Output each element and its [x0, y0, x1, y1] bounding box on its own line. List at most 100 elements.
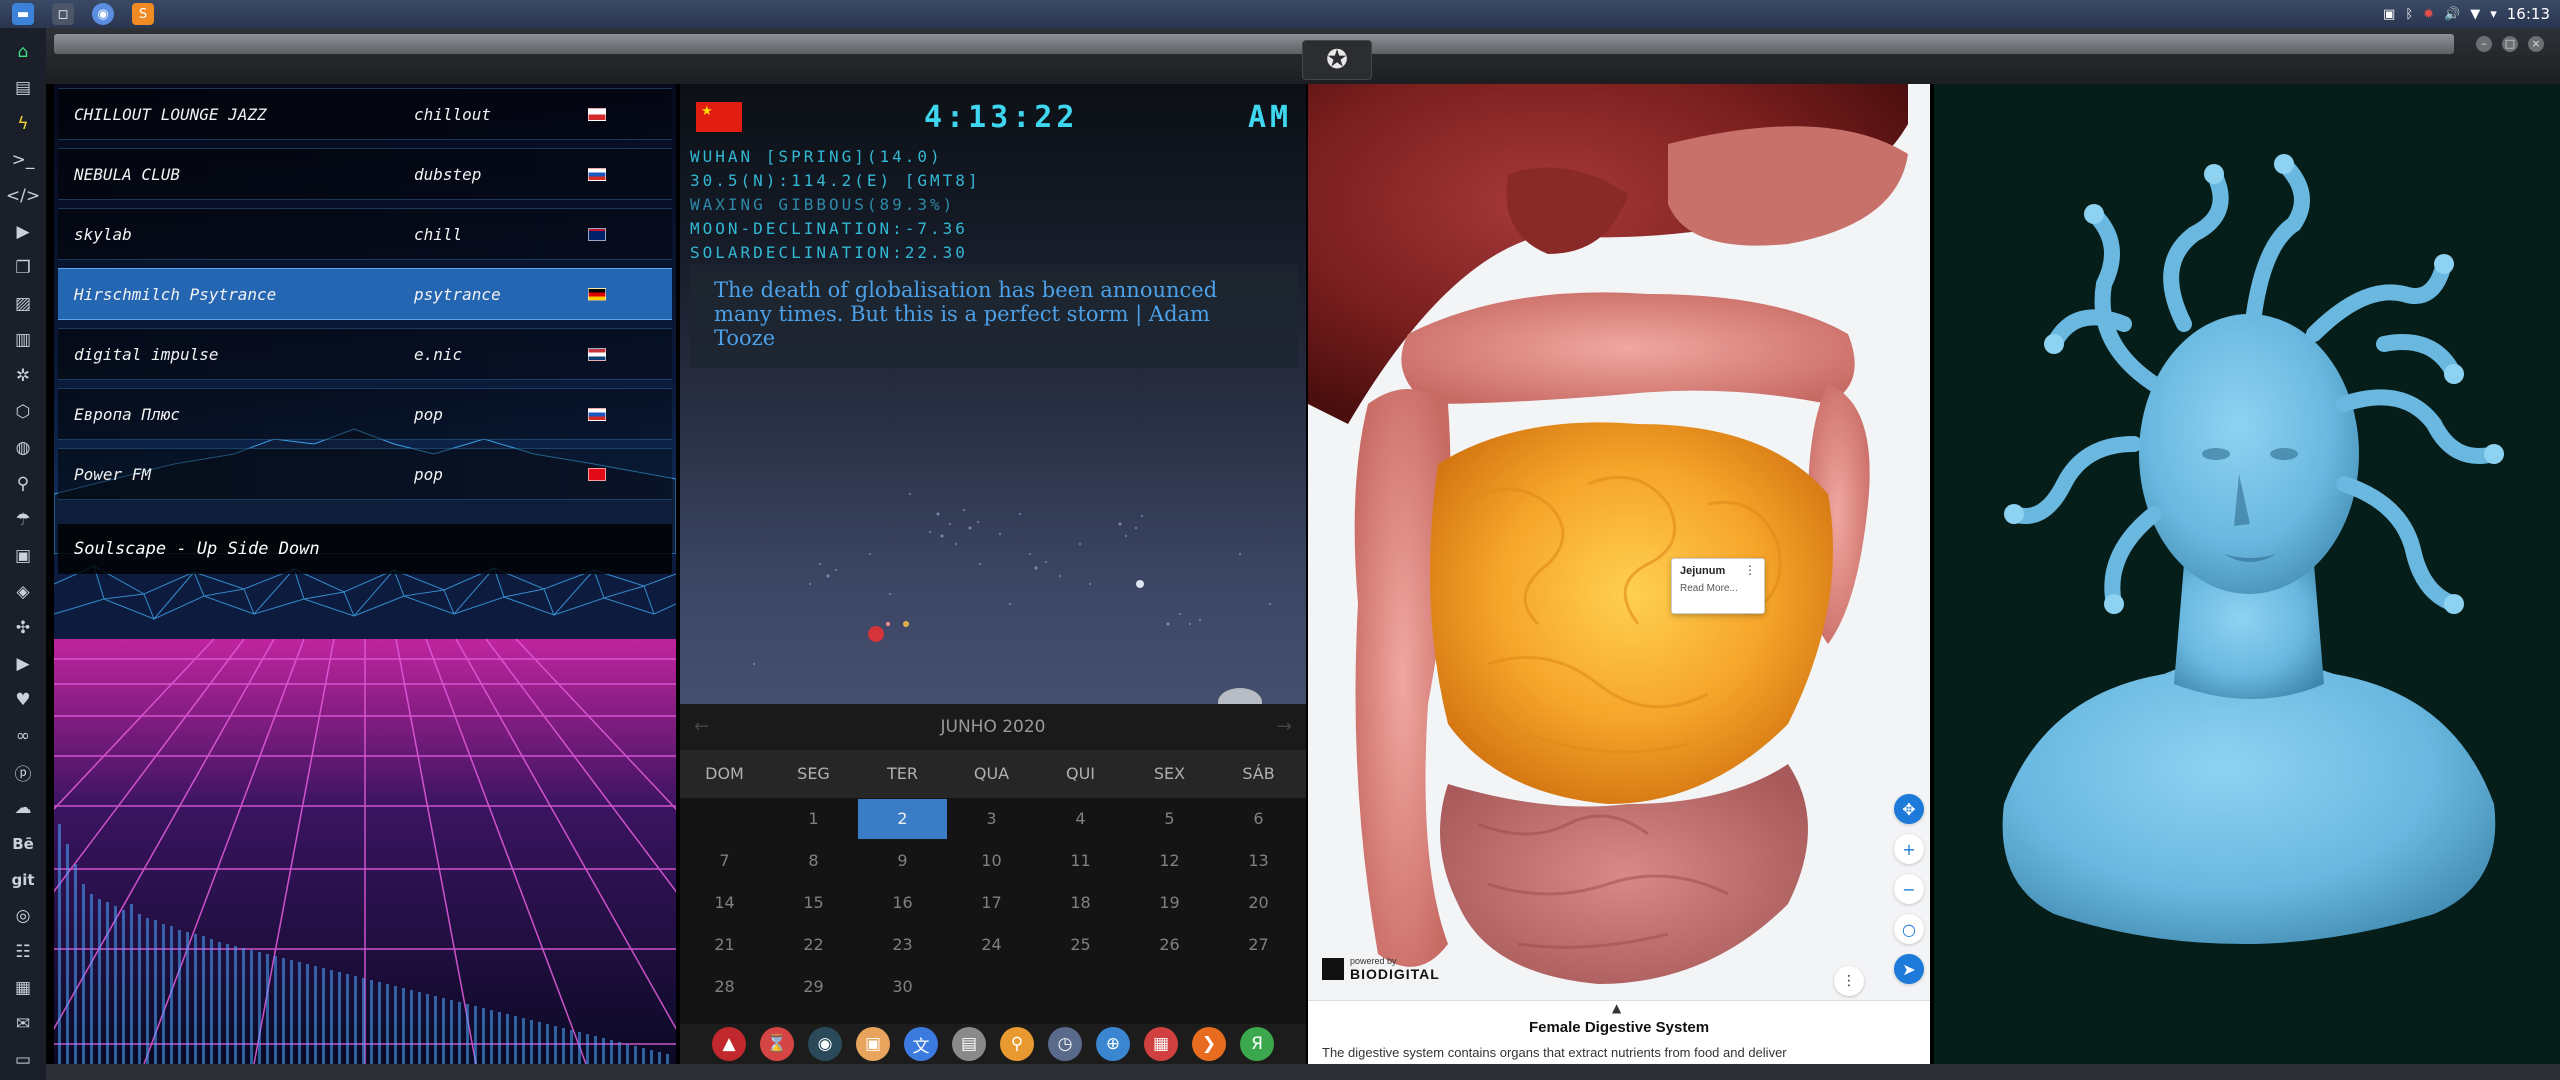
calendar-day[interactable]: 29	[769, 966, 858, 1008]
globe-dark-icon[interactable]: ◉	[808, 1027, 842, 1061]
cloud-icon[interactable]: ☁	[0, 790, 46, 826]
screenshot-icon[interactable]: ▣	[2383, 7, 2395, 22]
link-icon[interactable]: ∞	[0, 718, 46, 754]
rebel-alliance-icon[interactable]: ✪	[1302, 40, 1372, 80]
calendar-day[interactable]: 23	[858, 924, 947, 966]
calendar-day[interactable]: 14	[680, 882, 769, 924]
web-icon[interactable]: ⊕	[1096, 1027, 1130, 1061]
calendar-day[interactable]: 19	[1125, 882, 1214, 924]
translate-icon[interactable]: 文	[904, 1027, 938, 1061]
station-row[interactable]: skylab chill	[58, 208, 672, 260]
terminal-icon[interactable]: >_	[0, 142, 46, 178]
calendar-day[interactable]: 26	[1125, 924, 1214, 966]
file-icon[interactable]: ▭	[0, 1042, 46, 1078]
calendar-day[interactable]: 6	[1214, 798, 1303, 840]
calendar-next-icon[interactable]: →	[1277, 704, 1292, 750]
umbrella-icon[interactable]: ☂	[0, 502, 46, 538]
clock-icon[interactable]: ◷	[1048, 1027, 1082, 1061]
youtube-icon[interactable]: ▶	[0, 646, 46, 682]
station-row[interactable]: digital impulse e.nic	[58, 328, 672, 380]
tooltip-menu-icon[interactable]: ⋮	[1744, 563, 1756, 577]
calendar-day[interactable]: 16	[858, 882, 947, 924]
pan-icon[interactable]: ✥	[1894, 794, 1924, 824]
calendar-prev-icon[interactable]: ←	[694, 704, 709, 750]
calendar-day[interactable]: 22	[769, 924, 858, 966]
calendar-day[interactable]: 3	[947, 798, 1036, 840]
sublime-icon[interactable]: S	[132, 3, 154, 25]
calendar-day[interactable]: 11	[1036, 840, 1125, 882]
timer-icon[interactable]: ⌛	[760, 1027, 794, 1061]
calendar-day[interactable]: 21	[680, 924, 769, 966]
code-icon[interactable]: </>	[0, 178, 46, 214]
more-options-icon[interactable]: ⋮	[1834, 966, 1864, 996]
calendar-day[interactable]: 12	[1125, 840, 1214, 882]
station-row[interactable]: CHILLOUT LOUNGE JAZZ chillout	[58, 88, 672, 140]
expand-caret-icon[interactable]: ▲	[1612, 1001, 1621, 1015]
news-icon[interactable]: ▥	[0, 322, 46, 358]
volume-icon[interactable]: 🔊	[2444, 7, 2460, 22]
people-icon[interactable]: ☷	[0, 934, 46, 970]
document-icon[interactable]: ▤	[0, 70, 46, 106]
chromium-icon[interactable]: ◉	[92, 3, 114, 25]
window-icon[interactable]: ◻	[52, 3, 74, 25]
calendar-day[interactable]: 17	[947, 882, 1036, 924]
browser-window-icon[interactable]: ▤	[952, 1027, 986, 1061]
calendar-day[interactable]: 28	[680, 966, 769, 1008]
calendar-day[interactable]: 30	[858, 966, 947, 1008]
clock[interactable]: 16:13	[2507, 5, 2550, 23]
title-bar[interactable]	[54, 34, 2454, 54]
dropdown-icon[interactable]: ▾	[2490, 7, 2497, 22]
station-row[interactable]: Power FM pop	[58, 448, 672, 500]
bolt-icon[interactable]: ϟ	[0, 106, 46, 142]
pinterest-icon[interactable]: ⓟ	[0, 754, 46, 790]
station-row-selected[interactable]: Hirschmilch Psytrance psytrance	[58, 268, 672, 320]
zoom-out-icon[interactable]: −	[1894, 874, 1924, 904]
magnifier-icon[interactable]: ⚲	[1000, 1027, 1034, 1061]
play-icon[interactable]: ▶	[0, 214, 46, 250]
sublime-dock-icon[interactable]: ❯	[1192, 1027, 1226, 1061]
network-icon[interactable]: ⬡	[0, 394, 46, 430]
calendar-day[interactable]: 13	[1214, 840, 1303, 882]
calendar-day[interactable]: 4	[1036, 798, 1125, 840]
calendar-day[interactable]: 5	[1125, 798, 1214, 840]
search-icon[interactable]: ⚲	[0, 466, 46, 502]
calendar-day[interactable]: 7	[680, 840, 769, 882]
maximize-icon[interactable]: □	[2502, 36, 2518, 52]
calendar-day[interactable]: 8	[769, 840, 858, 882]
label-tooltip[interactable]: Jejunum ⋮ Read More...	[1671, 558, 1765, 614]
globe-icon[interactable]: ◍	[0, 430, 46, 466]
tag-icon[interactable]: ◈	[0, 574, 46, 610]
contact-icon[interactable]: ▣	[0, 538, 46, 574]
github-icon[interactable]: ◎	[0, 898, 46, 934]
heart-icon[interactable]: ♥	[0, 682, 46, 718]
git-icon[interactable]: git	[0, 862, 46, 898]
app-red-icon[interactable]: ▲	[712, 1027, 746, 1061]
behance-icon[interactable]: Bē	[0, 826, 46, 862]
navigate-icon[interactable]: ➤	[1894, 954, 1924, 984]
news-quote[interactable]: The death of globalisation has been anno…	[690, 264, 1298, 368]
calendar-day[interactable]: 1	[769, 798, 858, 840]
biodigital-logo[interactable]: powered by BIODIGITAL	[1322, 956, 1440, 982]
digestive-system-model[interactable]	[1308, 84, 1930, 1000]
station-row[interactable]: NEBULA CLUB dubstep	[58, 148, 672, 200]
calendar-day[interactable]: 27	[1214, 924, 1303, 966]
bluetooth-icon[interactable]: ᛒ	[2405, 7, 2413, 22]
calendar-day[interactable]: 15	[769, 882, 858, 924]
close-icon[interactable]: ×	[2528, 36, 2544, 52]
zoom-in-icon[interactable]: +	[1894, 834, 1924, 864]
calendar-day[interactable]: 9	[858, 840, 947, 882]
mail-icon[interactable]: ✉	[0, 1006, 46, 1042]
home-icon[interactable]: ⌂	[0, 34, 46, 70]
calendar-day[interactable]: 10	[947, 840, 1036, 882]
read-more-link[interactable]: Read More...	[1680, 583, 1756, 594]
calendar-icon[interactable]: ▦	[1144, 1027, 1178, 1061]
wifi-icon[interactable]: ▼	[2470, 7, 2480, 22]
settings-icon[interactable]: ✹	[2423, 7, 2434, 22]
yandex-icon[interactable]: Я	[1240, 1027, 1274, 1061]
files-icon[interactable]: ▬	[12, 3, 34, 25]
photos-icon[interactable]: ▣	[856, 1027, 890, 1061]
crop-icon[interactable]: ✣	[0, 610, 46, 646]
station-row[interactable]: Европа Плюс pop	[58, 388, 672, 440]
calendar-day[interactable]: 18	[1036, 882, 1125, 924]
reset-view-icon[interactable]: ○	[1894, 914, 1924, 944]
